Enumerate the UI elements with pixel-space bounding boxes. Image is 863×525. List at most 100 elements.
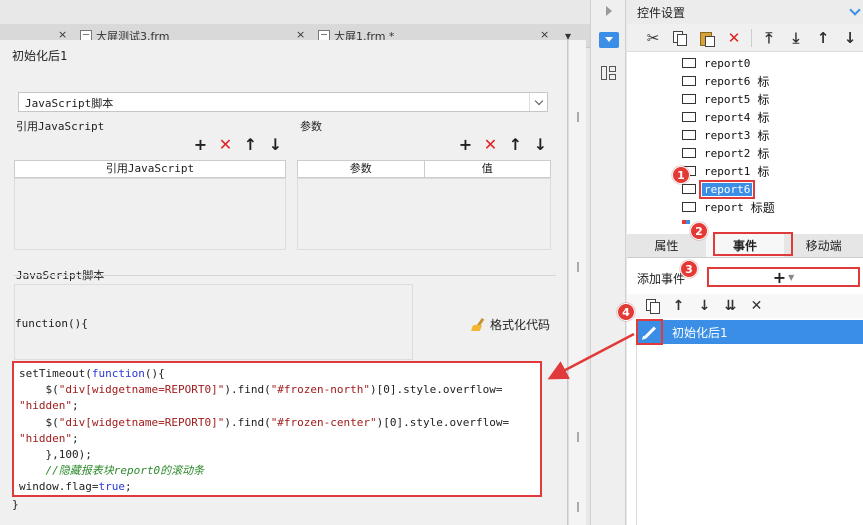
tree-item-report2[interactable]: report2 标 [682,145,769,161]
tree-item-report1[interactable]: report1 标 [682,163,769,179]
step-badge-3: 3 [680,260,698,278]
copy-icon [645,299,660,314]
move-up-icon[interactable]: ↑ [238,134,263,154]
chevron-down-icon[interactable] [529,93,547,111]
code-token: "#frozen-north" [270,383,371,397]
params-table-body[interactable] [297,178,551,250]
function-close-brace: } [12,498,19,511]
dialog-title: 初始化后1 [12,49,68,63]
move-down-icon[interactable]: ↓ [528,134,553,154]
scissors-icon [647,29,660,47]
event-name: 初始化后1 [672,326,728,340]
move-up-icon[interactable]: ↑ [667,296,690,316]
cut-button[interactable] [641,27,665,49]
code-line: setTimeout(function(){ [19,366,535,382]
tree-item-report5[interactable]: report5 标 [682,91,769,107]
move-bottom-icon[interactable]: ⤓ [784,27,808,49]
step-badge-2: 2 [690,222,708,240]
delete-icon[interactable]: ✕ [213,134,238,154]
tree-item-label: report4 [704,110,751,124]
move-top-icon[interactable]: ⤒ [757,27,781,49]
edit-event-button[interactable] [636,319,663,345]
collapse-arrow-icon[interactable] [606,6,612,16]
code-line: $("div[widgetname=REPORT0]").find("#froz… [19,382,535,398]
format-code-button[interactable]: 格式化代码 [471,316,550,333]
function-header: function(){ [15,317,88,330]
code-line: window.flag=true; [19,479,535,495]
tree-item-label: report6 [698,179,756,199]
tree-item-suffix: 标 [757,146,770,161]
widget-settings-toggle[interactable] [599,32,619,48]
move-up-icon[interactable]: ↑ [503,134,528,154]
dialog-scrollbar[interactable] [568,40,586,525]
script-type-select[interactable]: JavaScript脚本 [18,92,548,112]
script-type-value: JavaScript脚本 [25,97,114,110]
paste-button[interactable] [695,27,719,49]
param-column: 参数 [349,162,372,175]
code-token: "div[widgetname=REPORT0]" [58,383,225,397]
tree-item-label: report [704,200,744,214]
move-up-icon[interactable]: ↑ [811,27,835,49]
step-badge-1: 1 [672,166,690,184]
layout-grid-icon[interactable] [601,66,617,80]
add-event-button[interactable]: + ▼ [707,267,860,287]
tree-item-report0[interactable]: report0 [682,55,752,71]
widget-tree: report0 report6 标 report5 标 report4 标 report3 标 r… [627,52,863,232]
move-bottom-icon[interactable]: ⇊ [719,296,742,316]
report-widget-icon [682,94,696,104]
chevron-down-icon: ▼ [788,272,795,282]
add-icon[interactable]: + [188,134,213,154]
move-down-icon[interactable]: ↓ [263,134,288,154]
report-widget-icon [682,130,696,140]
tree-item-suffix: 标 [757,110,770,125]
code-token: //隐藏报表块report0的滚动条 [19,464,205,478]
ref-js-column: 引用JavaScript [105,162,195,175]
ref-js-table-header: 引用JavaScript [14,160,286,178]
code-line: $("div[widgetname=REPORT0]").find("#froz… [19,415,535,431]
script-code-editor[interactable]: setTimeout(function(){ $("div[widgetname… [12,361,542,497]
event-row-init[interactable]: 初始化后1 [636,319,863,345]
delete-icon[interactable]: ✕ [745,296,768,316]
tree-item-label: report2 [704,146,751,160]
params-toolbar: + ✕ ↑ ↓ [453,134,553,154]
tree-item-label: report1 [704,164,751,178]
code-token: function [91,367,145,380]
add-icon[interactable]: + [453,134,478,154]
add-event-label: 添加事件 [637,272,686,286]
code-line: "hidden"; [19,398,535,414]
code-token: ).find( [224,415,271,429]
code-token: window.flag= [19,480,99,494]
pencil-icon [643,325,656,339]
tree-item-report[interactable]: report 标题 [682,199,775,215]
panel-title: 控件设置 [637,6,686,20]
tab-mobile[interactable]: 移动端 [784,234,863,257]
plus-icon: + [772,267,787,287]
report-widget-icon [682,184,696,194]
copy-button[interactable] [668,27,692,49]
tree-item-report4[interactable]: report4 标 [682,109,769,125]
format-code-label: 格式化代码 [490,318,551,332]
ref-js-label: 引用JavaScript [16,120,105,133]
code-token: "hidden" [19,399,72,413]
ref-js-table-body[interactable] [14,178,286,250]
tree-item-report3[interactable]: report3 标 [682,127,769,143]
tree-item-report6[interactable]: report6 [682,179,756,199]
delete-icon[interactable]: ✕ [478,134,503,154]
code-token: $( [19,383,59,397]
code-token: "div[widgetname=REPORT0]" [58,415,225,429]
widget-toolbar: ✕ ⤒ ⤓ ↑ ↓ [627,24,863,52]
delete-icon[interactable]: ✕ [722,27,746,49]
broom-icon [471,318,487,332]
copy-button[interactable] [641,296,664,316]
paste-icon [700,31,715,47]
code-token: setTimeout( [19,367,92,380]
move-down-icon[interactable]: ↓ [838,27,862,49]
pin-icon[interactable] [849,4,861,16]
code-token: ; [124,480,132,494]
events-tab-highlight [713,232,793,256]
report-widget-icon [682,112,696,122]
move-down-icon[interactable]: ↓ [693,296,716,316]
report-widget-icon [682,76,696,86]
tree-item-report6[interactable]: report6 标 [682,73,769,89]
code-token: ; [71,431,79,445]
